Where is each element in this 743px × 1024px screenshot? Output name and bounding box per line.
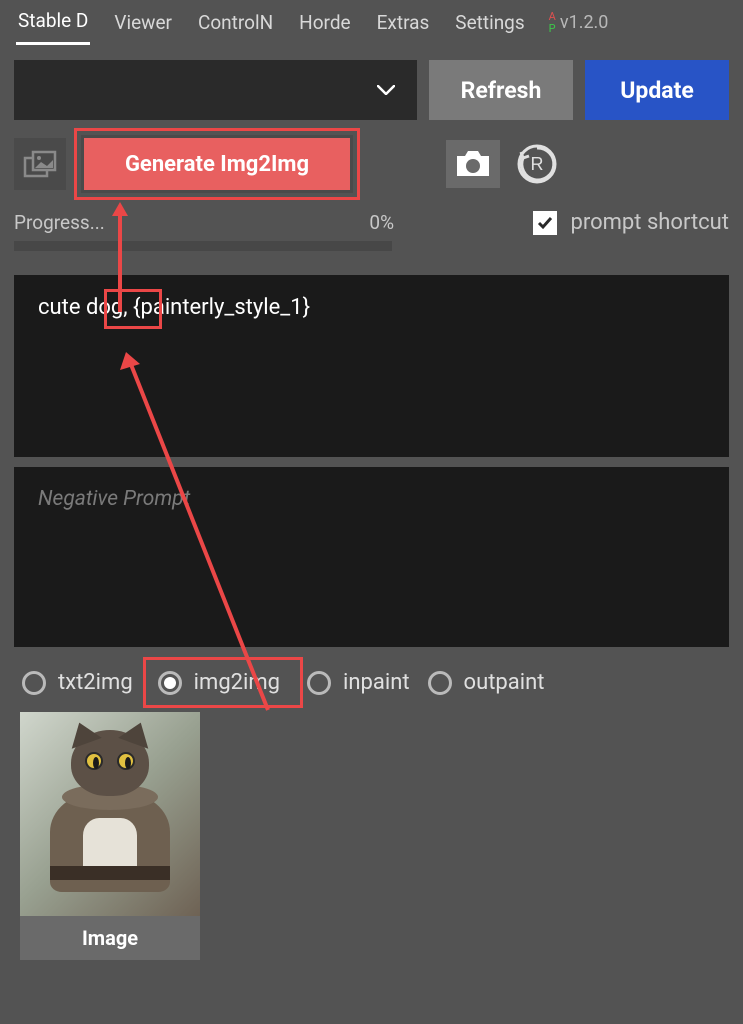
- mode-txt2img[interactable]: txt2img: [22, 670, 133, 695]
- prompt-shortcut-checkbox[interactable]: [533, 211, 557, 235]
- generate-button[interactable]: Generate Img2Img: [84, 138, 350, 190]
- thumbnail-label: Image: [20, 916, 200, 960]
- update-button[interactable]: Update: [585, 60, 729, 120]
- tab-extras[interactable]: Extras: [375, 1, 432, 44]
- snapshot-button[interactable]: [446, 140, 500, 188]
- thumbnail-image: [20, 712, 200, 916]
- tab-horde[interactable]: Horde: [297, 1, 352, 44]
- mode-img2img[interactable]: img2img: [143, 657, 303, 708]
- layers-icon-button[interactable]: [14, 138, 66, 190]
- source-image-thumbnail[interactable]: Image: [20, 712, 200, 960]
- negative-prompt-input[interactable]: Negative Prompt: [14, 467, 729, 647]
- progress-label: Progress...: [14, 211, 105, 234]
- tab-settings[interactable]: Settings: [453, 1, 526, 44]
- prompt-shortcut-label: prompt shortcut: [571, 210, 730, 235]
- model-select[interactable]: [14, 60, 417, 120]
- refresh-button[interactable]: Refresh: [429, 60, 573, 120]
- mode-outpaint[interactable]: outpaint: [428, 670, 545, 695]
- tab-bar: Stable D Viewer ControlN Horde Extras Se…: [0, 0, 743, 44]
- tab-viewer[interactable]: Viewer: [112, 1, 174, 44]
- prompt-input[interactable]: cute dog, {painterly_style_1}: [14, 275, 729, 457]
- svg-text:R: R: [531, 154, 544, 174]
- chevron-down-icon: [377, 85, 395, 95]
- reset-icon: R: [515, 142, 559, 186]
- mode-radio-group: txt2img img2img inpaint outpaint: [0, 647, 743, 698]
- version-text: v1.2.0: [560, 12, 609, 33]
- camera-icon: [453, 148, 493, 180]
- reset-button[interactable]: R: [510, 140, 564, 188]
- progress-percent: 0%: [369, 211, 394, 234]
- mode-inpaint[interactable]: inpaint: [307, 670, 410, 695]
- negative-prompt-placeholder: Negative Prompt: [38, 487, 190, 511]
- layers-icon: [23, 150, 57, 178]
- check-icon: [536, 214, 554, 232]
- annotation-highlight-word: [104, 289, 162, 329]
- prompt-text: cute dog, {painterly_style_1}: [38, 295, 310, 320]
- tab-stable-d[interactable]: Stable D: [16, 0, 90, 45]
- progress-bar: [14, 241, 392, 251]
- version-badge: A P v1.2.0: [549, 11, 609, 34]
- tab-controlnet[interactable]: ControlN: [196, 1, 275, 44]
